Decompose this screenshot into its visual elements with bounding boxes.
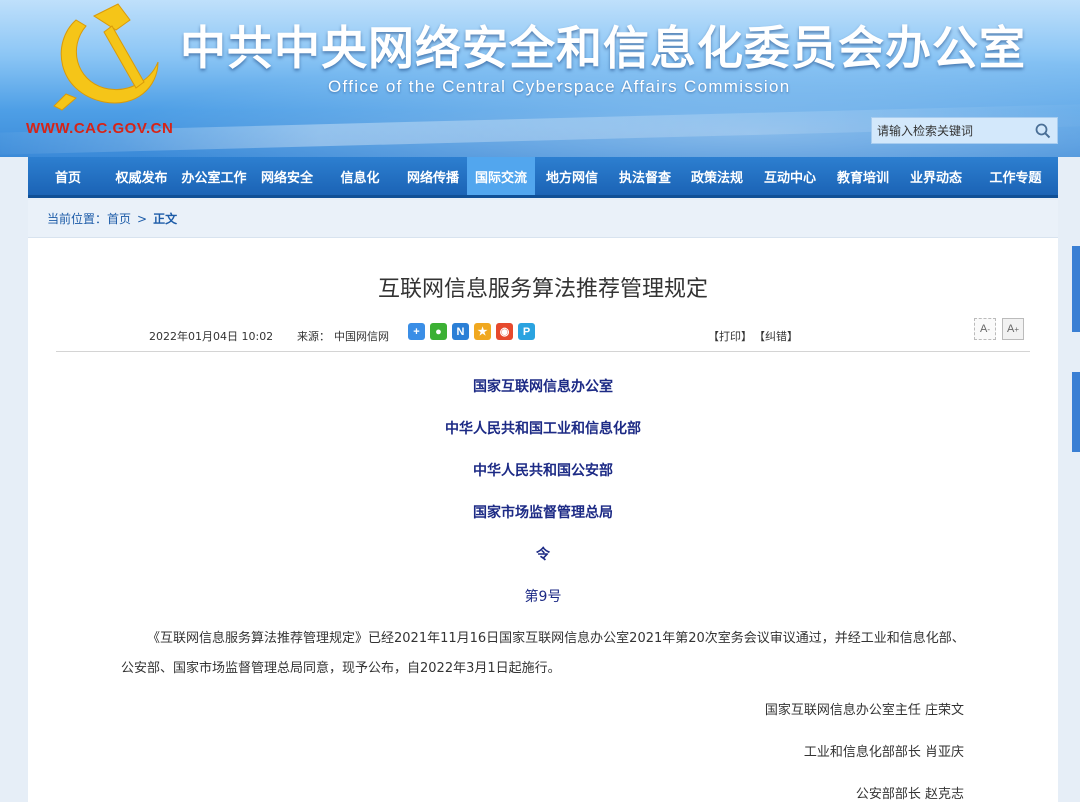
- article-title: 互联网信息服务算法推荐管理规定: [377, 277, 708, 302]
- site-header: 中共中央网络安全和信息化委员会办公室 Office of the Central…: [0, 0, 1080, 157]
- search-input[interactable]: [872, 118, 1029, 143]
- nav-item-industry-news[interactable]: 业界动态: [899, 157, 973, 195]
- source-label: 来源：: [297, 330, 330, 343]
- nav-item-authoritative-release[interactable]: 权威发布: [108, 157, 175, 195]
- main-nav: 首页 权威发布 办公室工作 网络安全 信息化 网络传播 国际交流 地方网信 执法…: [28, 157, 1058, 198]
- issuer-cac: 国家互联网信息办公室: [473, 379, 613, 395]
- font-decrease-label: A: [979, 323, 988, 335]
- nav-item-network-communication[interactable]: 网络传播: [399, 157, 467, 195]
- news-icon[interactable]: N: [452, 323, 469, 340]
- font-increase-button[interactable]: A +: [1002, 318, 1024, 340]
- correct-link[interactable]: 【纠错】: [754, 328, 798, 344]
- search-icon: [1035, 123, 1051, 138]
- site-title: 中共中央网络安全和信息化委员会办公室: [180, 21, 1026, 75]
- wechat-icon[interactable]: ●: [430, 323, 447, 340]
- nav-item-work-topics[interactable]: 工作专题: [973, 157, 1058, 195]
- article-card: 互联网信息服务算法推荐管理规定 2022年01月04日 10:02 来源： 中国…: [28, 238, 1058, 802]
- nav-item-education-training[interactable]: 教育培训: [827, 157, 899, 195]
- search-button[interactable]: [1029, 118, 1057, 143]
- tencent-icon[interactable]: P: [518, 323, 535, 340]
- order-number: 第9号: [524, 589, 562, 605]
- article-meta: 2022年01月04日 10:02 来源： 中国网信网 + ● N ★ ◉ P …: [56, 318, 1030, 352]
- nav-item-office-work[interactable]: 办公室工作: [175, 157, 253, 195]
- party-emblem-icon: [53, 3, 159, 111]
- signature-mps: 公安部部长 赵克志: [855, 787, 964, 802]
- signature-miit: 工业和信息化部部长 肖亚庆: [803, 745, 964, 760]
- issuer-samr: 国家市场监督管理总局: [473, 505, 613, 521]
- signature-cac: 国家互联网信息办公室主任 庄荣文: [764, 703, 964, 718]
- article-paragraph: 《互联网信息服务算法推荐管理规定》已经2021年11月16日国家互联网信息办公室…: [121, 631, 965, 676]
- site-subtitle: Office of the Central Cyberspace Affairs…: [328, 77, 791, 96]
- side-widget-edge[interactable]: [1072, 246, 1080, 332]
- share-bar: + ● N ★ ◉ P: [408, 323, 535, 340]
- nav-item-interaction-center[interactable]: 互动中心: [753, 157, 827, 195]
- nav-item-local-cac[interactable]: 地方网信: [535, 157, 609, 195]
- site-url[interactable]: WWW.CAC.GOV.CN: [26, 120, 173, 137]
- nav-item-home[interactable]: 首页: [28, 157, 108, 195]
- font-decrease-button[interactable]: A-: [974, 318, 996, 340]
- nav-item-law-enforcement[interactable]: 执法督查: [609, 157, 681, 195]
- order-label: 令: [536, 547, 550, 563]
- qzone-icon[interactable]: ★: [474, 323, 491, 340]
- breadcrumb-separator: >: [137, 211, 148, 226]
- print-link[interactable]: 【打印】: [708, 328, 752, 344]
- weibo-icon[interactable]: ◉: [496, 323, 513, 340]
- nav-item-informatization[interactable]: 信息化: [321, 157, 399, 195]
- issuer-miit: 中华人民共和国工业和信息化部: [445, 421, 641, 437]
- source-value: 中国网信网: [334, 330, 389, 343]
- breadcrumb-home-link[interactable]: 首页: [107, 210, 131, 227]
- nav-item-international-exchange[interactable]: 国际交流: [467, 157, 535, 195]
- breadcrumb-prefix: 当前位置：: [47, 212, 108, 226]
- share-more-icon[interactable]: +: [408, 323, 425, 340]
- breadcrumb-current: 正文: [153, 212, 178, 226]
- breadcrumb: 当前位置： 首页 > 正文: [28, 200, 1058, 238]
- nav-item-cyber-security[interactable]: 网络安全: [253, 157, 321, 195]
- search-box: [871, 117, 1058, 144]
- font-increase-label: A: [1006, 323, 1015, 335]
- side-widget-edge-2[interactable]: [1072, 372, 1080, 452]
- nav-item-policies-regulations[interactable]: 政策法规: [681, 157, 753, 195]
- issuer-mps: 中华人民共和国公安部: [473, 463, 613, 479]
- article-date: 2022年01月04日 10:02: [149, 330, 274, 343]
